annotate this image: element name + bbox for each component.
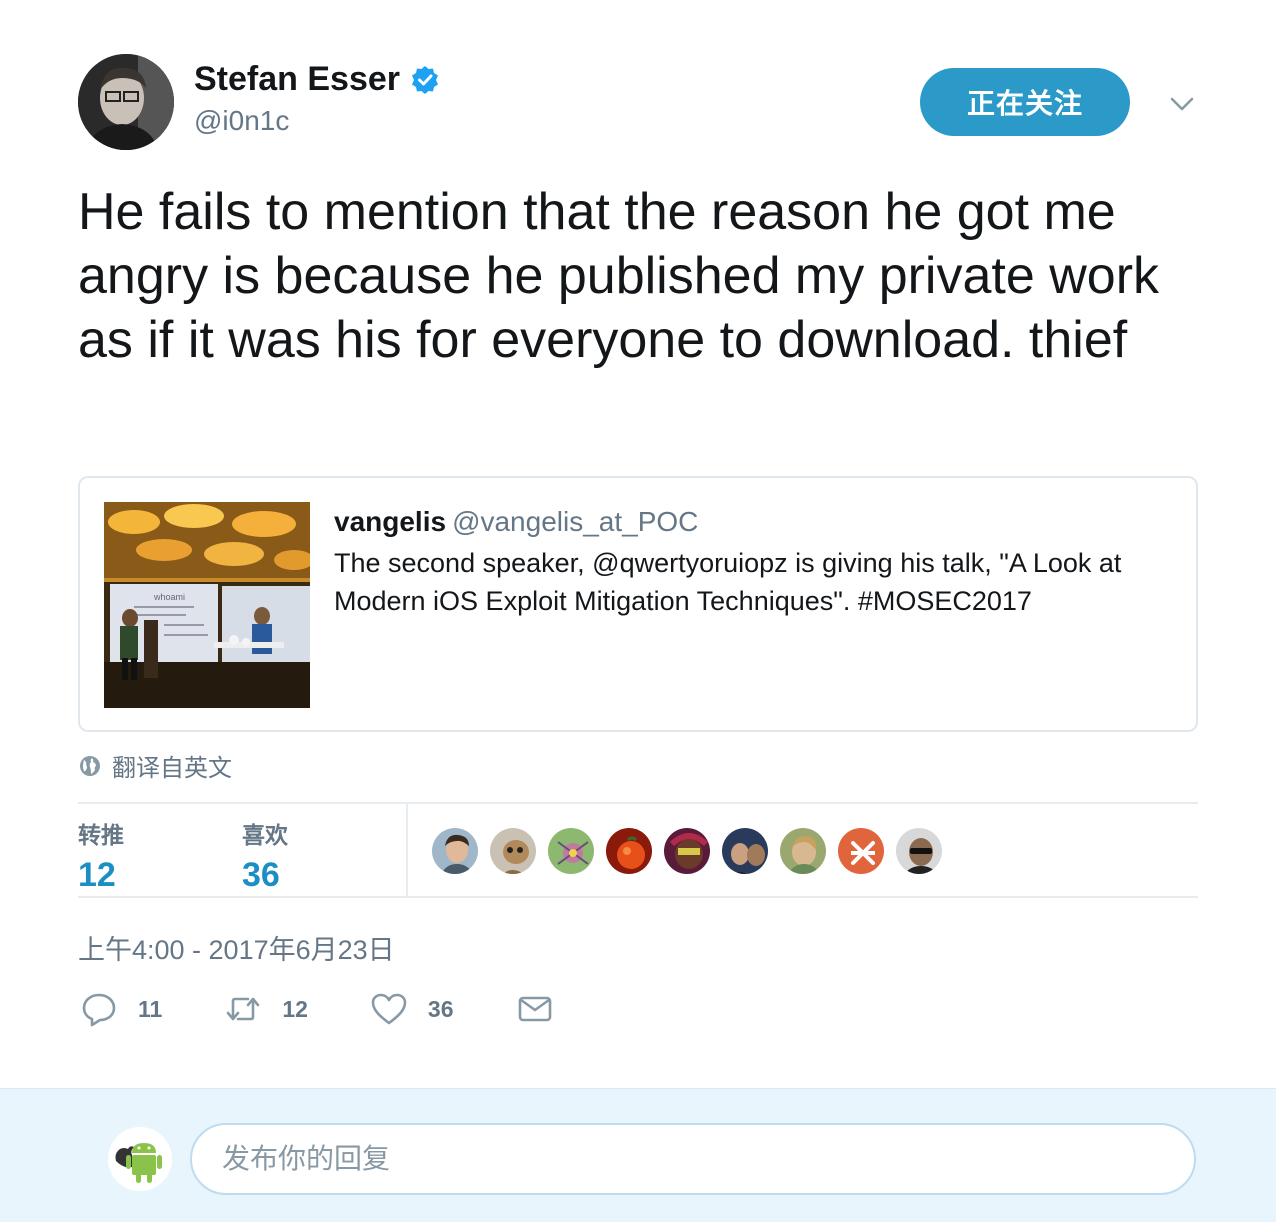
translate-link[interactable]: 翻译自英文 bbox=[78, 748, 232, 783]
liker-avatar[interactable] bbox=[836, 826, 886, 876]
chevron-down-icon[interactable] bbox=[1168, 90, 1196, 118]
quoted-tweet-text: The second speaker, @qwertyoruiopz is gi… bbox=[334, 548, 1122, 616]
likes-label: 喜欢 bbox=[242, 822, 288, 848]
retweets-label: 转推 bbox=[78, 822, 124, 848]
retweets-count: 12 bbox=[78, 856, 116, 894]
tweet-text: He fails to mention that the reason he g… bbox=[78, 183, 1160, 369]
quoted-author-handle[interactable]: @vangelis_at_POC bbox=[452, 506, 698, 537]
stats-divider bbox=[406, 804, 408, 898]
engagement-stats: 转推 12 喜欢 36 bbox=[78, 802, 1198, 898]
tweet-header: Stefan Esser @i0n1c 正在关注 bbox=[78, 54, 1198, 152]
likes-stat[interactable]: 喜欢 36 bbox=[242, 816, 288, 895]
current-user-avatar[interactable] bbox=[108, 1127, 172, 1191]
following-button[interactable]: 正在关注 bbox=[920, 68, 1130, 136]
author-name[interactable]: Stefan Esser bbox=[194, 60, 400, 99]
heart-icon bbox=[371, 993, 407, 1025]
slide-text: whoami bbox=[153, 592, 185, 602]
likes-count: 36 bbox=[242, 856, 280, 894]
quoted-tweet-image[interactable]: whoami bbox=[104, 502, 310, 708]
liker-avatar[interactable] bbox=[604, 826, 654, 876]
author-name-row: Stefan Esser bbox=[194, 60, 440, 99]
liker-avatar[interactable] bbox=[894, 826, 944, 876]
quoted-tweet-header: vangelis @vangelis_at_POC bbox=[334, 506, 1184, 538]
reply-input[interactable] bbox=[190, 1123, 1196, 1195]
tweet-timestamp[interactable]: 上午4:00 - 2017年6月23日 bbox=[78, 928, 395, 967]
quoted-tweet-body: vangelis @vangelis_at_POC The second spea… bbox=[334, 506, 1184, 620]
reply-action[interactable]: 11 bbox=[80, 990, 162, 1028]
liker-avatar[interactable] bbox=[720, 826, 770, 876]
author-avatar[interactable] bbox=[78, 54, 174, 150]
retweet-count: 12 bbox=[282, 995, 308, 1022]
quoted-author-name[interactable]: vangelis bbox=[334, 506, 446, 537]
reply-count: 11 bbox=[138, 995, 163, 1022]
author-handle[interactable]: @i0n1c bbox=[194, 105, 440, 137]
mail-icon bbox=[518, 996, 551, 1022]
liker-avatar[interactable] bbox=[778, 826, 828, 876]
liker-avatar[interactable] bbox=[546, 826, 596, 876]
reply-icon bbox=[82, 993, 116, 1027]
retweets-stat[interactable]: 转推 12 bbox=[78, 816, 124, 895]
liker-avatars bbox=[430, 826, 952, 876]
like-count: 36 bbox=[427, 995, 454, 1022]
quoted-tweet-card[interactable]: whoami vangelis @vangelis_at_POC The seco… bbox=[78, 476, 1198, 732]
reply-composer-bar bbox=[0, 1088, 1276, 1222]
direct-message-action[interactable] bbox=[516, 990, 574, 1028]
verified-icon bbox=[412, 65, 438, 94]
like-action[interactable]: 36 bbox=[370, 990, 454, 1028]
liker-avatar[interactable] bbox=[662, 826, 712, 876]
globe-icon bbox=[80, 755, 100, 776]
translate-label[interactable]: 翻译自英文 bbox=[112, 748, 232, 783]
tweet-actions: 11 12 36 bbox=[80, 990, 636, 1028]
retweet-icon bbox=[227, 997, 260, 1021]
liker-avatar[interactable] bbox=[488, 826, 538, 876]
liker-avatar[interactable] bbox=[430, 826, 480, 876]
retweet-action[interactable]: 12 bbox=[224, 990, 308, 1028]
author-name-block: Stefan Esser @i0n1c bbox=[194, 60, 440, 137]
